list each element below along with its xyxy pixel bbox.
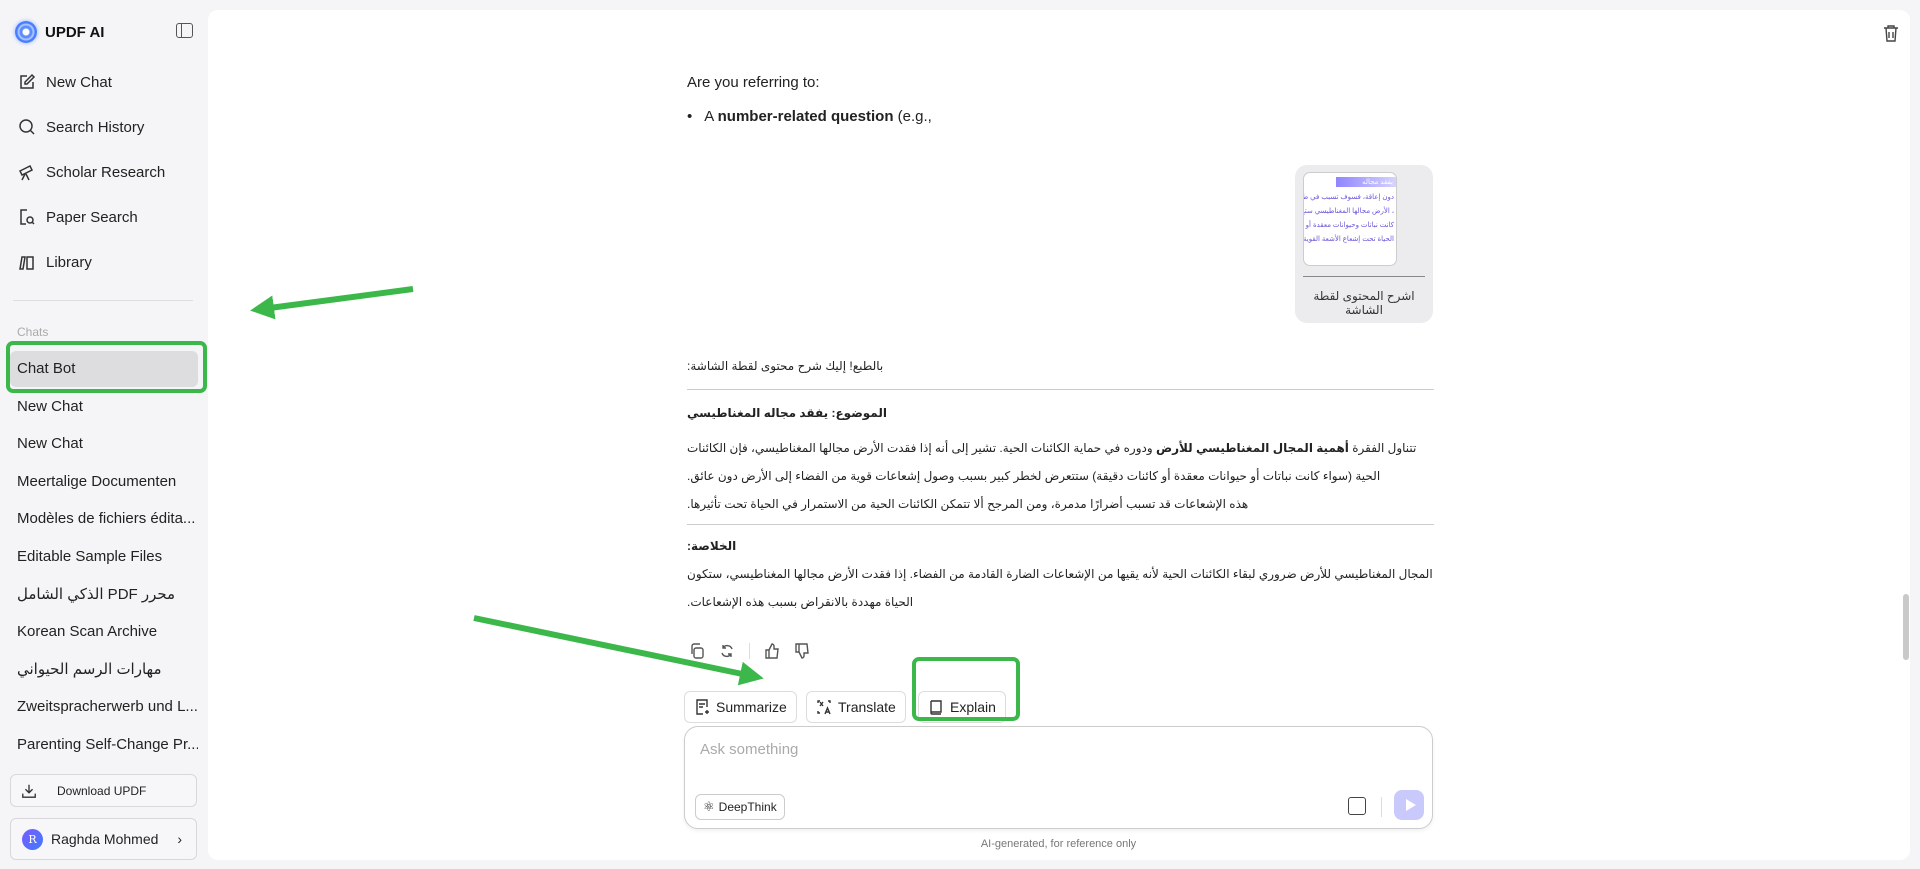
translate-button[interactable]: Translate <box>806 691 906 723</box>
nav-label: Scholar Research <box>46 163 166 181</box>
chat-item[interactable]: New Chat <box>10 426 198 462</box>
chat-item[interactable]: New Chat <box>10 389 198 425</box>
translate-icon <box>817 700 831 715</box>
user-name: Raghda Mohmed <box>51 831 159 847</box>
copy-icon[interactable] <box>689 643 705 659</box>
summary-title: الخلاصة: <box>687 539 737 553</box>
button-label: Explain <box>950 699 996 715</box>
chat-item[interactable]: الذكي الشامل PDF محرر <box>10 577 198 613</box>
answer-paragraph: تتناول الفقرة أهمية المجال المغناطيسي لل… <box>687 441 1417 511</box>
answer-divider <box>687 389 1434 390</box>
deepthink-toggle[interactable]: ⚛ DeepThink <box>695 794 785 820</box>
nav-label: New Chat <box>46 73 112 91</box>
chat-item[interactable]: Meertalige Documenten <box>10 464 198 500</box>
chat-item[interactable]: مهارات الرسم الحيواني <box>10 652 198 688</box>
nav-paper-search[interactable]: Paper Search <box>18 205 138 229</box>
thumbnail-text-line: يفقد مجاله <box>1336 177 1396 187</box>
answer-divider <box>687 524 1434 525</box>
bullet-text: A number-related question (e.g., <box>704 108 932 125</box>
thumbnail-text-line: ، الأرض مجالها المغناطيسي ستح <box>1303 208 1394 215</box>
screenshot-thumbnail[interactable]: يفقد مجاله دون إعاقة، فسوف تسبب في ط ، الأ… <box>1303 172 1397 266</box>
search-icon <box>19 119 35 135</box>
telescope-icon <box>18 164 34 181</box>
button-label: Summarize <box>716 699 787 715</box>
thumbnail-text-line: دون إعاقة، فسوف تسبب في ط <box>1303 194 1394 201</box>
bullet-dot: • <box>687 108 693 125</box>
chat-item[interactable]: Chat Bot <box>10 351 198 387</box>
actions-separator <box>749 643 750 659</box>
bubble-divider <box>1303 276 1425 277</box>
clear-chat-trash-icon[interactable] <box>1883 24 1899 42</box>
updf-logo-icon <box>15 21 37 43</box>
sidebar-divider <box>13 300 193 301</box>
chat-input-box: ⚛ DeepThink <box>684 726 1433 829</box>
deepthink-label: DeepThink <box>718 800 777 814</box>
chat-item[interactable]: Zweitspracherwerb und L... <box>10 689 198 725</box>
thumbs-down-icon[interactable] <box>794 643 810 659</box>
user-profile-button[interactable]: R Raghda Mohmed › <box>10 818 197 860</box>
sidebar: UPDF AI New Chat Search History Scholar … <box>0 0 206 869</box>
explain-button[interactable]: Explain <box>918 691 1006 723</box>
previous-answer-bullet: • A number-related question (e.g., <box>687 108 1434 125</box>
chat-panel: Are you referring to: • A number-related… <box>208 10 1910 860</box>
user-message-bubble: يفقد مجاله دون إعاقة، فسوف تسبب في ط ، الأ… <box>1295 165 1433 323</box>
nav-label: Search History <box>46 118 145 136</box>
nav-new-chat[interactable]: New Chat <box>18 70 112 94</box>
chevron-right-icon: › <box>177 831 182 847</box>
ask-input[interactable] <box>700 741 1400 758</box>
summarize-icon <box>696 699 709 715</box>
answer-topic: الموضوع: يفقد مجاله المغناطيسي <box>687 406 887 420</box>
previous-answer-intro: Are you referring to: <box>687 74 820 91</box>
thumbs-up-icon[interactable] <box>764 643 780 659</box>
edit-icon <box>20 73 36 89</box>
summarize-button[interactable]: Summarize <box>684 691 797 723</box>
message-actions <box>689 643 810 659</box>
thumbnail-text-line: كانت نباتات وحيوانات معقدة أو كا <box>1303 222 1394 229</box>
avatar: R <box>22 828 43 850</box>
user-message-text: اشرح المحتوى لقطة الشاشة <box>1313 289 1415 317</box>
chat-item[interactable]: Korean Scan Archive <box>10 614 198 650</box>
nav-label: Library <box>46 253 92 271</box>
atom-icon: ⚛ <box>703 799 715 814</box>
download-updf-button[interactable]: Download UPDF <box>10 774 197 807</box>
regenerate-icon[interactable] <box>719 643 735 659</box>
app-logo: UPDF AI <box>15 21 104 43</box>
nav-label: Paper Search <box>46 208 138 226</box>
chats-section-label: Chats <box>17 325 49 339</box>
paper-search-icon <box>20 209 35 225</box>
disclaimer: AI-generated, for reference only <box>980 838 1137 850</box>
app-title: UPDF AI <box>45 23 105 41</box>
collapse-sidebar-icon[interactable] <box>176 23 193 38</box>
book-icon <box>930 700 942 715</box>
download-icon <box>22 784 36 798</box>
chat-item[interactable]: Editable Sample Files <box>10 539 198 575</box>
nav-library[interactable]: Library <box>18 250 92 274</box>
scrollbar[interactable] <box>1903 594 1909 660</box>
library-icon <box>19 256 34 270</box>
input-separator <box>1381 797 1382 817</box>
send-button[interactable] <box>1394 790 1424 820</box>
download-label: Download UPDF <box>57 783 147 798</box>
chat-item[interactable]: Parenting Self-Change Pr... <box>10 727 198 763</box>
nav-scholar-research[interactable]: Scholar Research <box>18 160 165 184</box>
thumbnail-text-line: الحياة تحت إشعاع الأشعة القوية <box>1303 236 1394 243</box>
chat-item[interactable]: Modèles de fichiers édita... <box>10 501 198 537</box>
summary-text: المجال المغناطيسي للأرض ضروري لبقاء الكا… <box>687 567 1433 609</box>
button-label: Translate <box>838 699 896 715</box>
nav-search-history[interactable]: Search History <box>18 115 144 139</box>
image-upload-icon[interactable] <box>1348 797 1366 815</box>
answer-intro: بالطبع! إليك شرح محتوى لقطة الشاشة: <box>687 359 884 373</box>
